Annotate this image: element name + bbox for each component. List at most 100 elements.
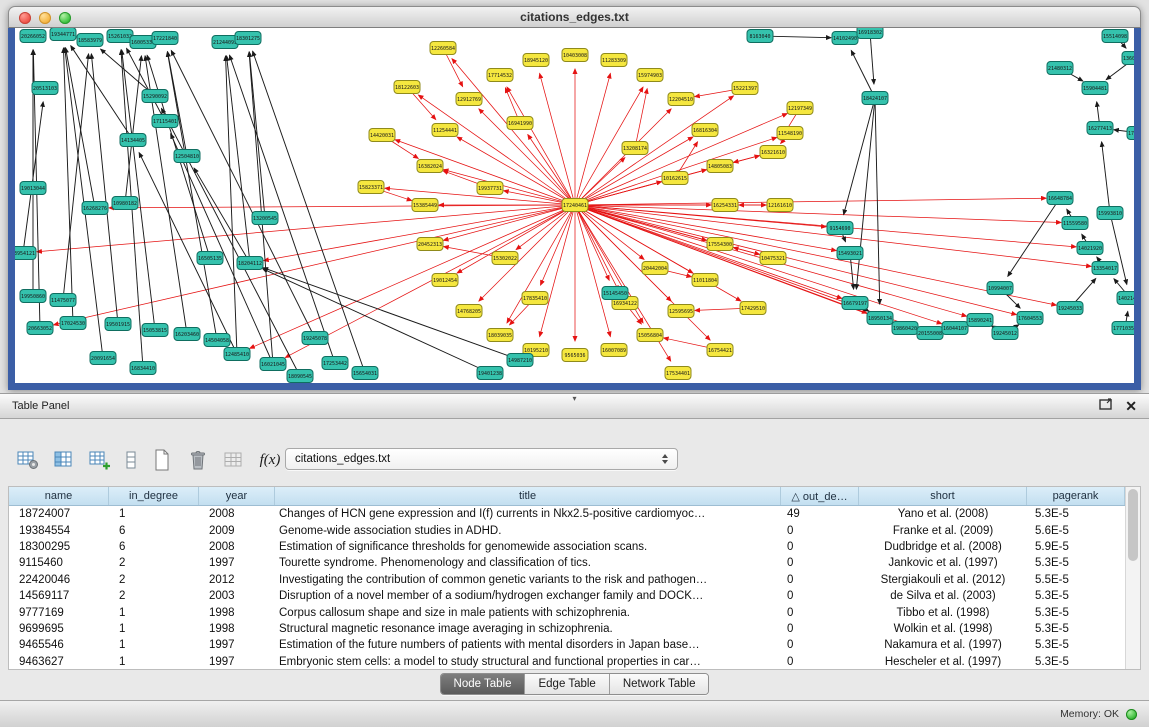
column-header[interactable]: year — [199, 487, 275, 505]
split-collapse-handle[interactable]: ▾ — [572, 395, 576, 403]
column-header[interactable]: in_degree — [109, 487, 199, 505]
graph-node[interactable]: 20452313 — [417, 238, 443, 251]
graph-node[interactable]: 16254331 — [712, 199, 738, 212]
import-table-icon[interactable] — [220, 447, 248, 473]
graph-node[interactable]: 15056804 — [637, 329, 663, 342]
graph-node[interactable]: 13354017 — [1092, 262, 1118, 275]
graph-node[interactable]: 16918302 — [857, 28, 883, 39]
graph-node[interactable]: 13200545 — [252, 212, 278, 225]
graph-node[interactable]: 18950134 — [867, 312, 893, 325]
graph-node[interactable]: 16007089 — [601, 344, 627, 357]
close-panel-icon[interactable]: ✕ — [1125, 398, 1137, 415]
graph-node[interactable]: 16382024 — [417, 160, 443, 173]
tab-edge-table[interactable]: Edge Table — [525, 674, 609, 694]
graph-node[interactable]: 14768205 — [456, 305, 482, 318]
graph-node[interactable]: 17760340 — [1127, 127, 1134, 140]
column-header[interactable]: short — [859, 487, 1027, 505]
show-columns-icon[interactable] — [50, 447, 78, 473]
graph-node[interactable]: 15493021 — [837, 247, 863, 260]
graph-node[interactable]: 17714532 — [487, 69, 513, 82]
graph-node[interactable]: 15823371 — [358, 181, 384, 194]
new-row-icon[interactable] — [122, 447, 140, 473]
scrollbar-thumb[interactable] — [1128, 489, 1138, 561]
network-view[interactable]: 1724046116254331175543001101180412595695… — [8, 28, 1141, 390]
graph-node[interactable]: 21480312 — [1047, 62, 1073, 75]
graph-node[interactable]: 17024530 — [60, 317, 86, 330]
graph-node[interactable]: 12260584 — [430, 42, 456, 55]
graph-node[interactable]: 10162615 — [662, 172, 688, 185]
table-row[interactable]: 1456911722003Disruption of a novel membe… — [9, 588, 1140, 604]
graph-node[interactable]: 19013044 — [20, 182, 46, 195]
graph-node[interactable]: 14504058 — [204, 334, 230, 347]
network-canvas[interactable]: 1724046116254331175543001101180412595695… — [15, 28, 1134, 383]
graph-node[interactable]: 15221397 — [732, 82, 758, 95]
graph-node[interactable]: 18039035 — [487, 329, 513, 342]
graph-node[interactable]: 20513103 — [32, 82, 58, 95]
table-row[interactable]: 1938455462009Genome-wide association stu… — [9, 522, 1140, 538]
graph-node[interactable]: 12595695 — [668, 305, 694, 318]
graph-node[interactable]: 16505135 — [197, 252, 223, 265]
graph-node[interactable]: 12485410 — [224, 348, 250, 361]
graph-node[interactable]: 8163040 — [747, 30, 773, 43]
graph-node[interactable]: 15904481 — [1082, 82, 1108, 95]
graph-node[interactable]: 17604553 — [1017, 312, 1043, 325]
graph-node[interactable]: 15145450 — [602, 287, 628, 300]
graph-node[interactable]: 11254441 — [432, 124, 458, 137]
graph-node[interactable]: 17253442 — [322, 357, 348, 370]
graph-node[interactable]: 15654031 — [352, 367, 378, 380]
table-row[interactable]: 977716911998Corpus callosum shape and si… — [9, 604, 1140, 620]
graph-node[interactable]: 16321610 — [760, 146, 786, 159]
memory-ok-icon[interactable] — [1126, 709, 1137, 720]
table-row[interactable]: 911546021997Tourette syndrome. Phenomeno… — [9, 555, 1140, 571]
function-builder-icon[interactable]: f(x) — [256, 447, 284, 473]
graph-node[interactable]: 18301275 — [235, 32, 261, 45]
graph-node[interactable]: 16648784 — [1047, 192, 1073, 205]
graph-node[interactable]: 16277413 — [1087, 122, 1113, 135]
graph-node[interactable]: 15514098 — [1102, 30, 1128, 43]
graph-node[interactable]: 16941990 — [507, 117, 533, 130]
table-row[interactable]: 946362711997Embryonic stem cells: a mode… — [9, 654, 1140, 670]
graph-node[interactable]: 14805083 — [707, 160, 733, 173]
graph-node[interactable]: 17221840 — [152, 32, 178, 45]
graph-node[interactable]: 19401238 — [477, 367, 503, 380]
graph-node[interactable]: 19501915 — [105, 318, 131, 331]
column-header[interactable]: △ out_de… — [781, 487, 859, 505]
graph-node[interactable]: 11475077 — [50, 294, 76, 307]
graph-node[interactable]: 15302022 — [492, 252, 518, 265]
float-panel-icon[interactable] — [1099, 397, 1113, 415]
table-scrollbar[interactable] — [1125, 487, 1140, 669]
graph-node[interactable]: 17534401 — [665, 367, 691, 380]
close-window-button[interactable] — [19, 12, 31, 24]
graph-node[interactable]: 10475321 — [760, 252, 786, 265]
tab-network-table[interactable]: Network Table — [610, 674, 709, 694]
graph-node[interactable]: 17240461 — [562, 199, 588, 212]
graph-node[interactable]: 16203460 — [174, 328, 200, 341]
minimize-window-button[interactable] — [39, 12, 51, 24]
graph-node[interactable]: 19950860 — [20, 290, 46, 303]
graph-node[interactable]: 14987210 — [507, 354, 533, 367]
graph-node[interactable]: 19344771 — [50, 28, 76, 41]
column-header[interactable]: name — [9, 487, 109, 505]
graph-node[interactable]: 13208174 — [622, 142, 648, 155]
graph-node[interactable]: 21244095 — [212, 36, 238, 49]
column-header[interactable]: pagerank — [1027, 487, 1125, 505]
graph-node[interactable]: 19245033 — [1057, 302, 1083, 315]
graph-node[interactable]: 12204510 — [668, 93, 694, 106]
graph-node[interactable]: 18583979 — [77, 34, 103, 47]
graph-node[interactable]: 11548190 — [777, 127, 803, 140]
delete-table-icon[interactable] — [184, 447, 212, 473]
graph-node[interactable]: 15974903 — [637, 69, 663, 82]
graph-node[interactable]: 19012454 — [432, 274, 458, 287]
graph-node[interactable]: 12912769 — [456, 93, 482, 106]
graph-node[interactable]: 19245012 — [992, 327, 1018, 340]
graph-node[interactable]: 11559580 — [1062, 217, 1088, 230]
graph-node[interactable]: 20266052 — [20, 30, 46, 43]
graph-node[interactable]: 17835410 — [522, 292, 548, 305]
graph-node[interactable]: 20155008 — [917, 327, 943, 340]
graph-node[interactable]: 20442004 — [642, 262, 668, 275]
table-row[interactable]: 1830029562008Estimation of significance … — [9, 539, 1140, 555]
graph-node[interactable]: 17429510 — [740, 302, 766, 315]
graph-node[interactable]: 16044107 — [942, 322, 968, 335]
graph-node[interactable]: 15890241 — [967, 314, 993, 327]
table-select[interactable]: citations_edges.txt — [285, 448, 678, 470]
